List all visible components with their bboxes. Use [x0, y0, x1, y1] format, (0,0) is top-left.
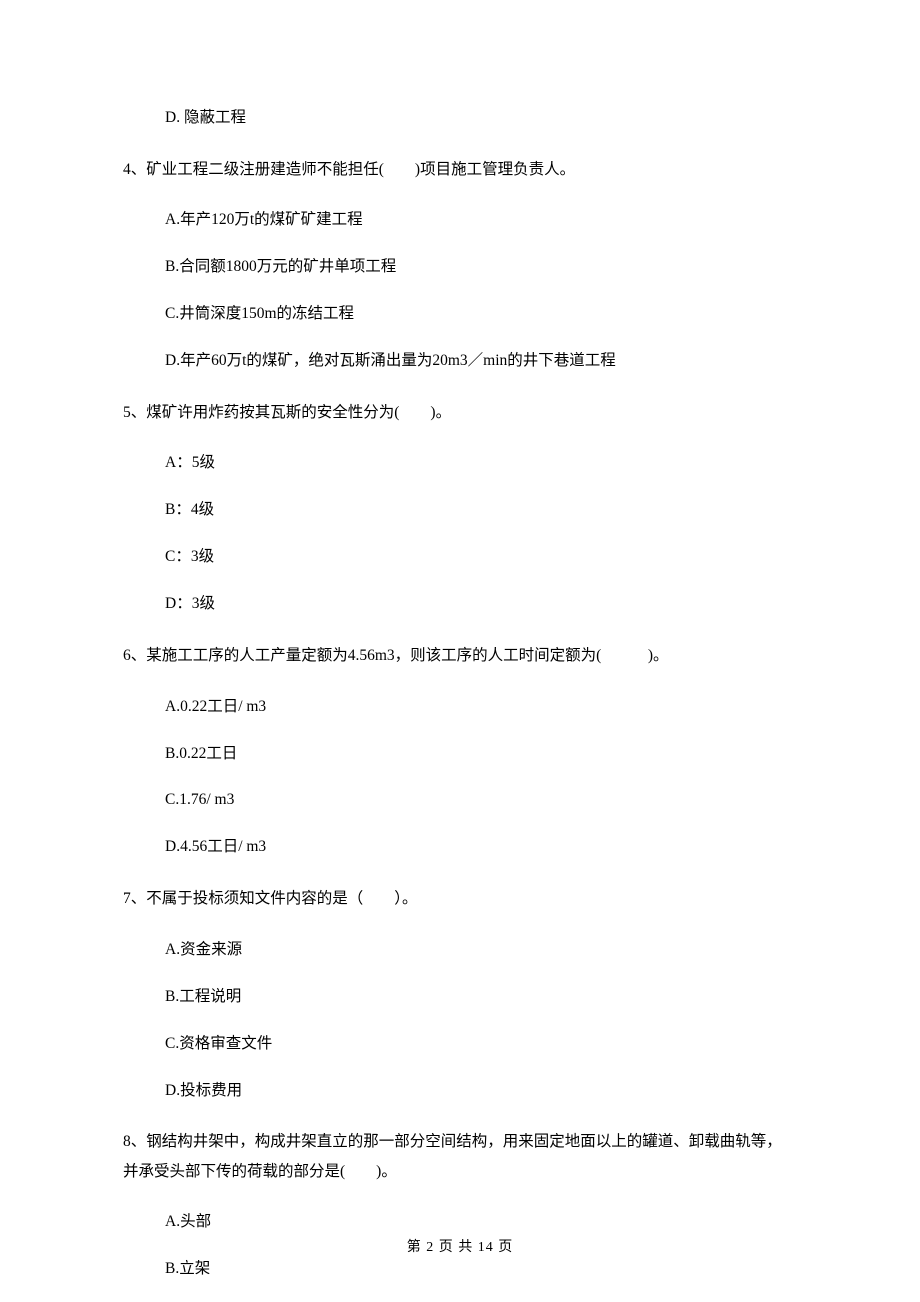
page-footer: 第 2 页 共 14 页	[0, 1239, 920, 1258]
q5-option-d: D：3级	[123, 594, 797, 615]
q4-option-c: C.井筒深度150m的冻结工程	[123, 304, 797, 325]
q8-stem: 8、钢结构井架中，构成井架直立的那一部分空间结构，用来固定地面以上的罐道、卸载曲…	[123, 1127, 797, 1186]
q4-option-b: B.合同额1800万元的矿井单项工程	[123, 257, 797, 278]
q7-option-d: D.投标费用	[123, 1081, 797, 1102]
q5-option-c: C：3级	[123, 547, 797, 568]
q7-option-b: B.工程说明	[123, 987, 797, 1008]
q6-option-a: A.0.22工日/ m3	[123, 697, 797, 718]
q6-stem: 6、某施工工序的人工产量定额为4.56m3，则该工序的人工时间定额为( )。	[123, 641, 797, 670]
q7-stem: 7、不属于投标须知文件内容的是（ ）。	[123, 884, 797, 913]
q8-option-a: A.头部	[123, 1212, 797, 1233]
q6-option-c: C.1.76/ m3	[123, 790, 797, 811]
q7-option-a: A.资金来源	[123, 940, 797, 961]
q7-option-c: C.资格审查文件	[123, 1034, 797, 1055]
q5-stem: 5、煤矿许用炸药按其瓦斯的安全性分为( )。	[123, 398, 797, 427]
page-container: D. 隐蔽工程 4、矿业工程二级注册建造师不能担任( )项目施工管理负责人。 A…	[0, 0, 920, 1302]
q6-option-b: B.0.22工日	[123, 744, 797, 765]
q4-stem: 4、矿业工程二级注册建造师不能担任( )项目施工管理负责人。	[123, 155, 797, 184]
q5-option-b: B：4级	[123, 500, 797, 521]
q4-option-d: D.年产60万t的煤矿，绝对瓦斯涌出量为20m3／min的井下巷道工程	[123, 351, 797, 372]
q5-option-a: A：5级	[123, 453, 797, 474]
q6-option-d: D.4.56工日/ m3	[123, 837, 797, 858]
q3-option-d: D. 隐蔽工程	[123, 108, 797, 129]
q4-option-a: A.年产120万t的煤矿矿建工程	[123, 210, 797, 231]
q8-option-b: B.立架	[123, 1259, 797, 1280]
